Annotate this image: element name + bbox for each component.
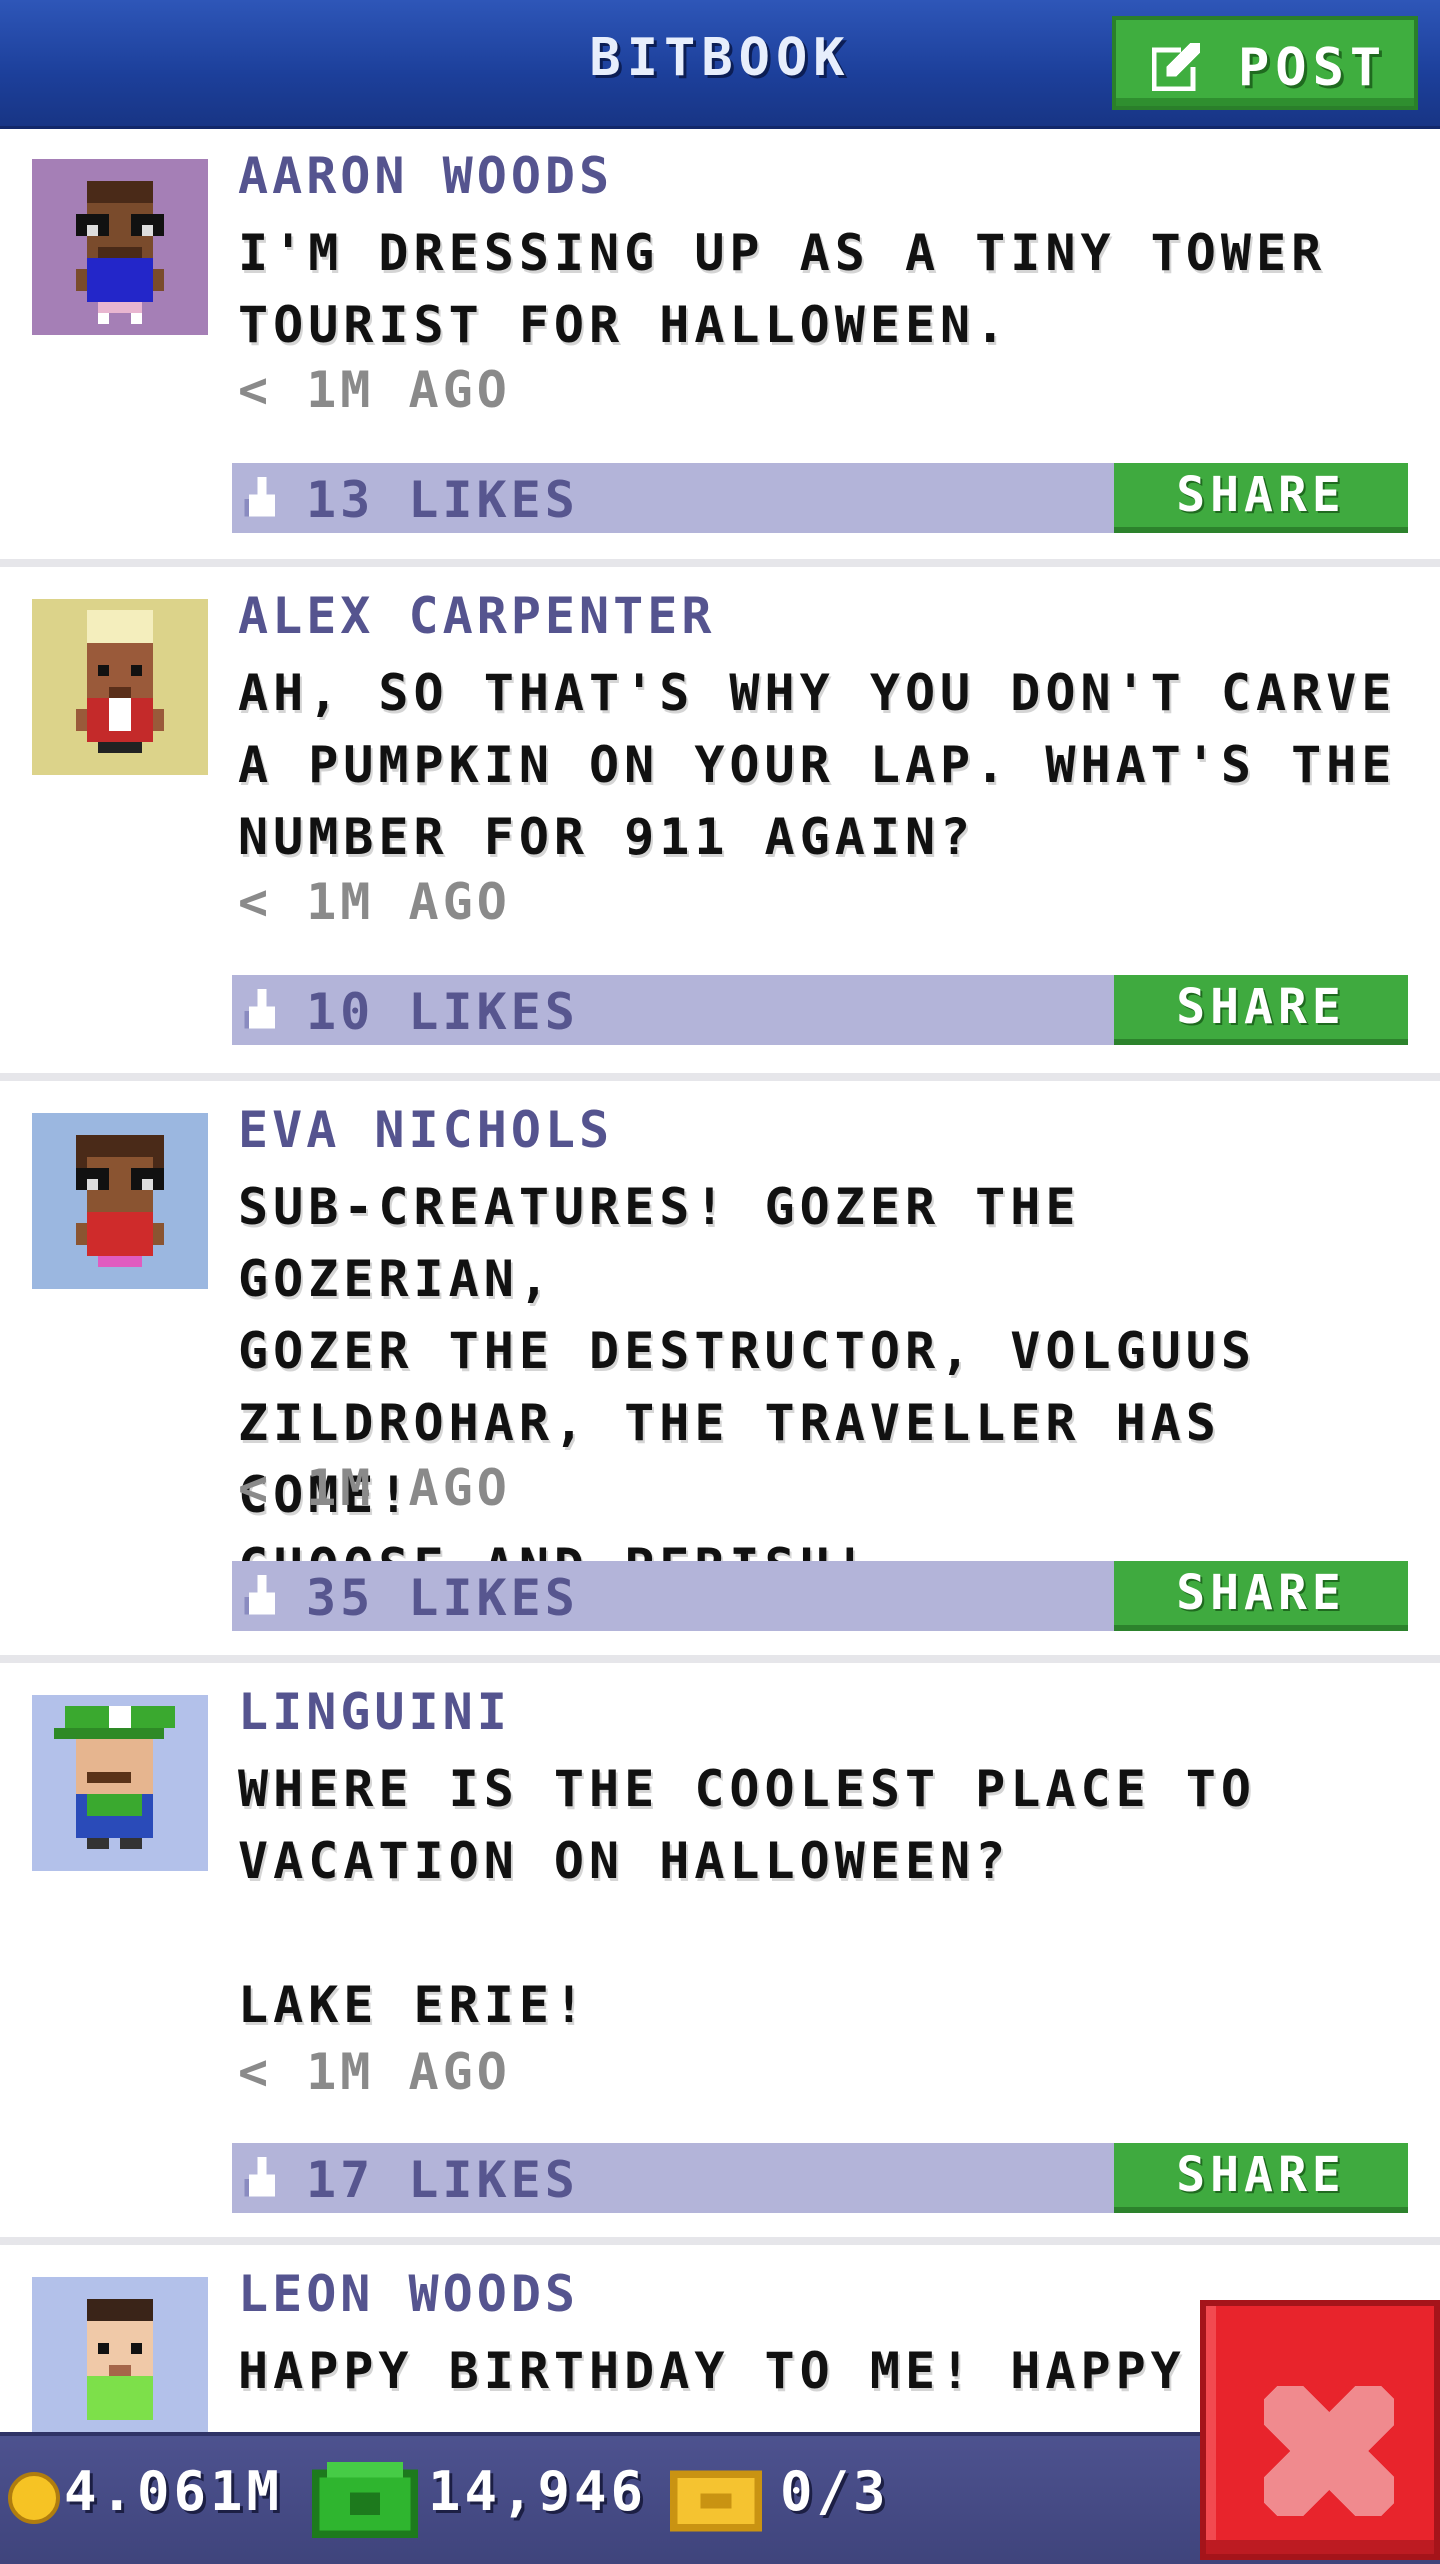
avatar[interactable] [32, 1113, 208, 1289]
post-button-label: POST [1238, 38, 1388, 98]
like-icon[interactable] [244, 477, 280, 521]
post-time: < 1M AGO [238, 2043, 511, 2101]
coin-count: 4.061M [64, 2460, 284, 2523]
avatar[interactable] [32, 159, 208, 335]
close-icon [1264, 2386, 1394, 2516]
bux-count: 14,946 [428, 2460, 648, 2523]
post-body: WHERE IS THE COOLEST PLACE TO VACATION O… [238, 1760, 1256, 2034]
share-button[interactable]: SHARE [1114, 2143, 1408, 2213]
like-bar: 35 LIKES SHARE [232, 1561, 1408, 1631]
share-button[interactable]: SHARE [1114, 463, 1408, 533]
post-body: I'M DRESSING UP AS A TINY TOWER TOURIST … [238, 224, 1327, 354]
avatar[interactable] [32, 1695, 208, 1871]
like-count: 35 LIKES [306, 1569, 579, 1627]
bux-icon [312, 2462, 418, 2538]
like-count: 17 LIKES [306, 2151, 579, 2209]
post-author[interactable]: EVA NICHOLS [238, 1101, 613, 1159]
post-author[interactable]: LEON WOODS [238, 2265, 579, 2323]
post-button[interactable]: POST [1112, 16, 1418, 110]
like-icon[interactable] [244, 2157, 280, 2201]
like-bar: 13 LIKES SHARE [232, 463, 1408, 533]
like-count: 13 LIKES [306, 471, 579, 529]
coin-icon [8, 2472, 60, 2524]
like-bar: 10 LIKES SHARE [232, 975, 1408, 1045]
post-body: SUB-CREATURES! GOZER THE GOZERIAN, GOZER… [238, 1178, 1256, 1596]
avatar[interactable] [32, 599, 208, 775]
feed-post: LINGUINI WHERE IS THE COOLEST PLACE TO V… [0, 1663, 1440, 2245]
share-button[interactable]: SHARE [1114, 975, 1408, 1045]
app-header: BITBOOK POST [0, 0, 1440, 129]
post-time: < 1M AGO [238, 361, 511, 419]
share-button[interactable]: SHARE [1114, 1561, 1408, 1631]
feed-post: EVA NICHOLS SUB-CREATURES! GOZER THE GOZ… [0, 1081, 1440, 1663]
ticket-icon [670, 2470, 762, 2532]
ticket-count: 0/3 [780, 2460, 890, 2523]
edit-icon [1151, 42, 1201, 92]
like-icon[interactable] [244, 1575, 280, 1619]
feed-post: ALEX CARPENTER AH, SO THAT'S WHY YOU DON… [0, 567, 1440, 1081]
avatar[interactable] [32, 2277, 208, 2453]
like-icon[interactable] [244, 989, 280, 1033]
feed-post: AARON WOODS I'M DRESSING UP AS A TINY TO… [0, 129, 1440, 567]
post-body: AH, SO THAT'S WHY YOU DON'T CARVE A PUMP… [238, 664, 1397, 866]
post-time: < 1M AGO [238, 1459, 511, 1517]
post-author[interactable]: AARON WOODS [238, 147, 613, 205]
post-author[interactable]: LINGUINI [238, 1683, 511, 1741]
post-author[interactable]: ALEX CARPENTER [238, 587, 715, 645]
post-time: < 1M AGO [238, 873, 511, 931]
like-count: 10 LIKES [306, 983, 579, 1041]
like-bar: 17 LIKES SHARE [232, 2143, 1408, 2213]
close-button[interactable] [1200, 2300, 1440, 2560]
